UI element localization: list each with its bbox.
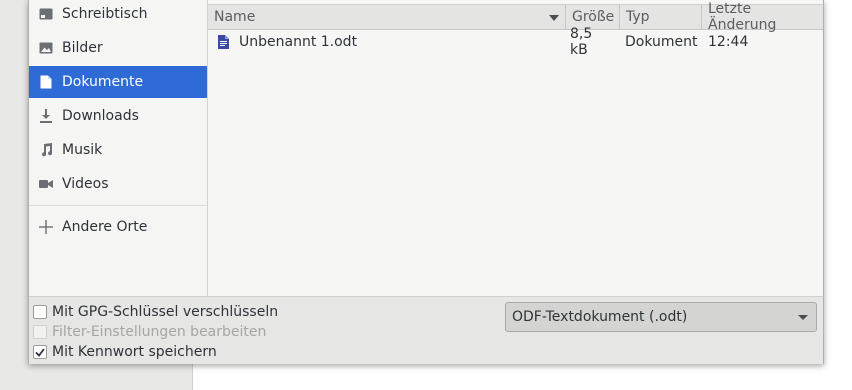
sidebar-item-andere-orte[interactable]: Andere Orte	[29, 211, 207, 243]
file-list: Name Größe Typ Letzte Änderung Unbenannt…	[208, 0, 823, 296]
plus-icon	[39, 220, 53, 234]
music-icon	[39, 143, 53, 157]
table-row[interactable]: Unbenannt 1.odt 8,5 kB Dokument 12:44	[208, 26, 823, 58]
sidebar-item-bilder[interactable]: Bilder	[29, 32, 207, 64]
save-password-label: Mit Kennwort speichern	[52, 344, 217, 360]
column-header: Name Größe Typ Letzte Änderung	[208, 1, 823, 33]
sidebar-item-label: Bilder	[62, 40, 103, 56]
gpg-encrypt-option[interactable]: Mit GPG-Schlüssel verschlüsseln	[33, 302, 278, 322]
sidebar-item-label: Musik	[62, 142, 103, 158]
column-name-label: Name	[214, 9, 256, 25]
document-icon	[39, 75, 53, 89]
save-dialog: Schreibtisch Bilder Dokumente Downloads …	[28, 0, 824, 364]
filter-settings-label: Filter-Einstellungen bearbeiten	[52, 324, 267, 340]
sidebar-item-label: Andere Orte	[62, 219, 148, 235]
column-type-label: Typ	[626, 9, 650, 25]
gpg-encrypt-label: Mit GPG-Schlüssel verschlüsseln	[52, 304, 279, 320]
sidebar-item-musik[interactable]: Musik	[29, 134, 207, 166]
sidebar-item-label: Dokumente	[62, 74, 144, 90]
sidebar-item-label: Downloads	[62, 108, 139, 124]
sort-descending-icon	[549, 15, 559, 21]
column-name[interactable]: Name	[208, 5, 565, 29]
column-modified[interactable]: Letzte Änderung	[701, 1, 823, 33]
column-modified-label: Letzte Änderung	[708, 1, 777, 33]
file-name: Unbenannt 1.odt	[239, 34, 358, 50]
column-type[interactable]: Typ	[619, 5, 701, 29]
save-password-option[interactable]: Mit Kennwort speichern	[33, 342, 217, 362]
sidebar-item-videos[interactable]: Videos	[29, 168, 207, 200]
sidebar-item-label: Schreibtisch	[62, 6, 148, 22]
file-modified: 12:44	[708, 34, 749, 50]
gpg-encrypt-checkbox[interactable]	[33, 305, 47, 319]
pictures-icon	[39, 41, 53, 55]
places-sidebar: Schreibtisch Bilder Dokumente Downloads …	[29, 0, 208, 296]
chevron-down-icon	[798, 315, 808, 320]
video-icon	[39, 177, 53, 191]
file-type-selected: ODF-Textdokument (.odt)	[512, 309, 688, 325]
sidebar-item-schreibtisch[interactable]: Schreibtisch	[29, 0, 207, 30]
sidebar-item-label: Videos	[62, 176, 109, 192]
desktop-icon	[39, 7, 53, 21]
download-icon	[39, 109, 53, 123]
save-options-bar: Mit GPG-Schlüssel verschlüsseln Filter-E…	[29, 296, 823, 364]
checkmark-icon	[35, 347, 45, 357]
sidebar-item-downloads[interactable]: Downloads	[29, 100, 207, 132]
file-type: Dokument	[625, 34, 698, 50]
sidebar-item-dokumente[interactable]: Dokumente	[29, 66, 207, 98]
odt-document-icon	[218, 30, 229, 54]
file-type-dropdown[interactable]: ODF-Textdokument (.odt)	[505, 302, 817, 332]
file-size: 8,5 kB	[570, 26, 593, 58]
filter-settings-option: Filter-Einstellungen bearbeiten	[33, 322, 266, 342]
column-size-label: Größe	[572, 9, 615, 25]
sidebar-divider	[29, 205, 207, 206]
filter-settings-checkbox	[33, 325, 47, 339]
save-password-checkbox[interactable]	[33, 345, 47, 359]
